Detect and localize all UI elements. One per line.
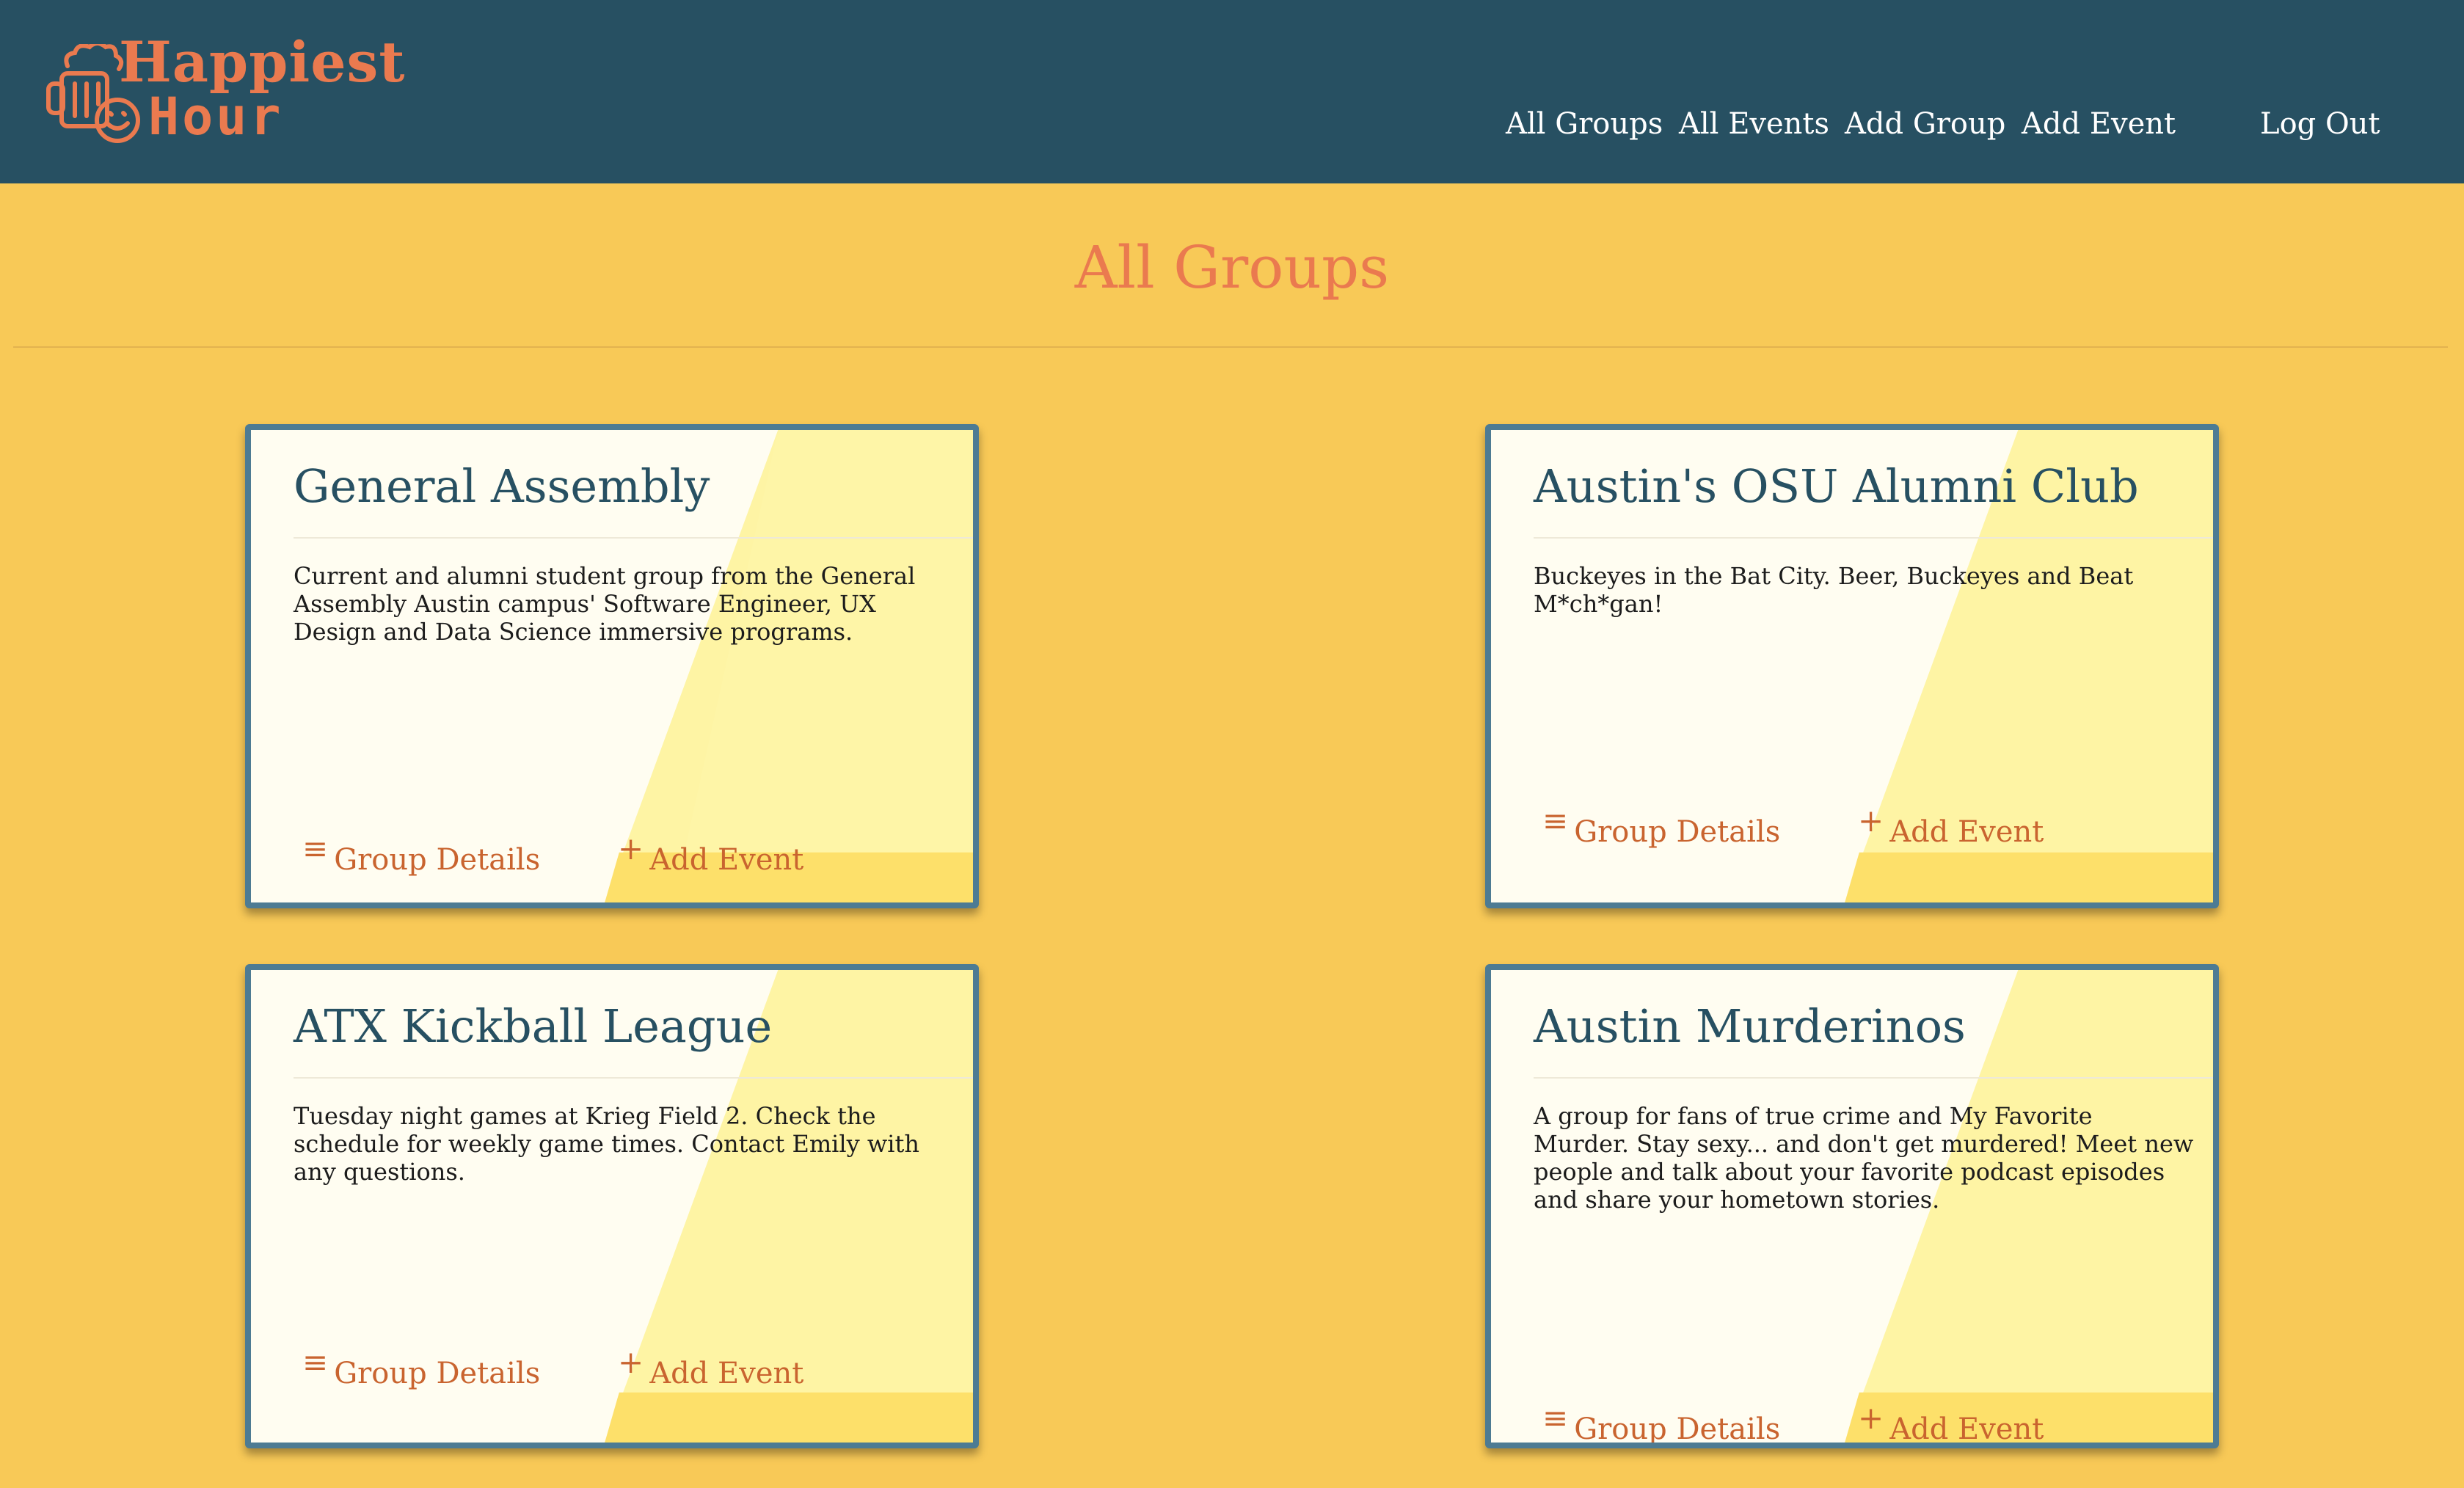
add-event-link[interactable]: + Add Event <box>618 1344 804 1390</box>
card-divider <box>294 1077 973 1079</box>
add-event-link[interactable]: + Add Event <box>1858 1400 2044 1446</box>
group-details-link[interactable]: ≡ Group Details <box>1542 1400 1781 1446</box>
top-navbar: Happiest Hour All Groups All Events Add … <box>0 0 2464 183</box>
group-details-label: Group Details <box>334 1357 541 1390</box>
group-description: Buckeyes in the Bat City. Beer, Buckeyes… <box>1534 562 2134 618</box>
add-event-link[interactable]: + Add Event <box>618 831 804 877</box>
group-name[interactable]: Austin Murderinos <box>1534 999 1966 1053</box>
group-details-label: Group Details <box>1574 815 1781 849</box>
plus-icon: + <box>618 831 644 867</box>
group-card: ATX Kickball League Tuesday night games … <box>245 964 979 1448</box>
plus-icon: + <box>618 1344 644 1380</box>
nav-log-out-link[interactable]: Log Out <box>2260 107 2380 141</box>
add-event-label: Add Event <box>649 1357 804 1390</box>
nav-all-events-link[interactable]: All Events <box>1679 107 1829 141</box>
group-description: A group for fans of true crime and My Fa… <box>1534 1102 2194 1214</box>
title-divider <box>13 346 2448 348</box>
add-event-label: Add Event <box>1889 815 2044 849</box>
group-name[interactable]: General Assembly <box>294 459 710 513</box>
page-title: All Groups <box>1074 233 1390 302</box>
add-event-link[interactable]: + Add Event <box>1858 803 2044 849</box>
group-details-label: Group Details <box>334 843 541 877</box>
menu-lines-icon: ≡ <box>1542 1400 1569 1436</box>
group-description: Tuesday night games at Krieg Field 2. Ch… <box>294 1102 919 1186</box>
menu-lines-icon: ≡ <box>1542 803 1569 839</box>
group-details-link[interactable]: ≡ Group Details <box>302 1344 541 1390</box>
add-event-label: Add Event <box>1889 1412 2044 1446</box>
group-card: Austin Murderinos A group for fans of tr… <box>1485 964 2219 1448</box>
plus-icon: + <box>1858 803 1884 839</box>
card-divider <box>294 537 973 539</box>
group-card: General Assembly Current and alumni stud… <box>245 424 979 908</box>
plus-icon: + <box>1858 1400 1884 1436</box>
group-details-link[interactable]: ≡ Group Details <box>1542 803 1781 849</box>
card-divider <box>1534 537 2213 539</box>
menu-lines-icon: ≡ <box>302 1344 329 1380</box>
nav-all-groups-link[interactable]: All Groups <box>1506 107 1663 141</box>
nav-add-group-link[interactable]: Add Group <box>1845 107 2005 141</box>
brand-name-line1: Happiest <box>119 29 406 95</box>
nav-add-event-link[interactable]: Add Event <box>2022 107 2176 141</box>
add-event-label: Add Event <box>649 843 804 877</box>
brand-name-line2: Hour <box>148 87 284 147</box>
group-details-label: Group Details <box>1574 1412 1781 1446</box>
card-divider <box>1534 1077 2213 1079</box>
group-name[interactable]: ATX Kickball League <box>294 999 772 1053</box>
group-description: Current and alumni student group from th… <box>294 562 916 646</box>
group-details-link[interactable]: ≡ Group Details <box>302 831 541 877</box>
group-card: Austin's OSU Alumni Club Buckeyes in the… <box>1485 424 2219 908</box>
group-name[interactable]: Austin's OSU Alumni Club <box>1534 459 2139 513</box>
brand-logo[interactable]: Happiest Hour <box>45 29 404 154</box>
menu-lines-icon: ≡ <box>302 831 329 867</box>
